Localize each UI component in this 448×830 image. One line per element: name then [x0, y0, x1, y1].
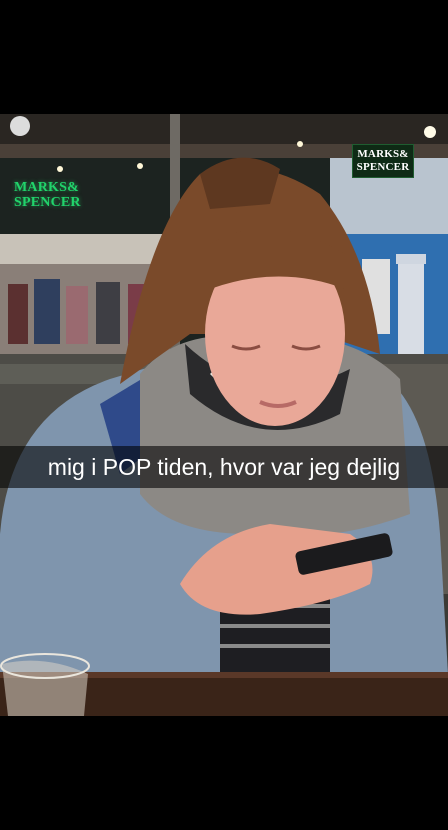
- store-sign-left: MARKS& SPENCER: [14, 180, 81, 210]
- store-sign-left-line1: MARKS&: [14, 180, 79, 195]
- store-sign-right-line2: SPENCER: [356, 161, 410, 173]
- store-sign-right: MARKS& SPENCER: [352, 144, 414, 178]
- snap-caption-bar: mig i POP tiden, hvor var jeg dejlig: [0, 446, 448, 488]
- snapchat-story-viewer[interactable]: MARKS& SPENCER MARKS& SPENCER mig i POP …: [0, 0, 448, 830]
- snap-photo: MARKS& SPENCER MARKS& SPENCER: [0, 114, 448, 716]
- store-sign-left-line2: SPENCER: [14, 195, 81, 210]
- snap-caption-text: mig i POP tiden, hvor var jeg dejlig: [47, 453, 401, 480]
- store-sign-right-line1: MARKS&: [357, 148, 409, 160]
